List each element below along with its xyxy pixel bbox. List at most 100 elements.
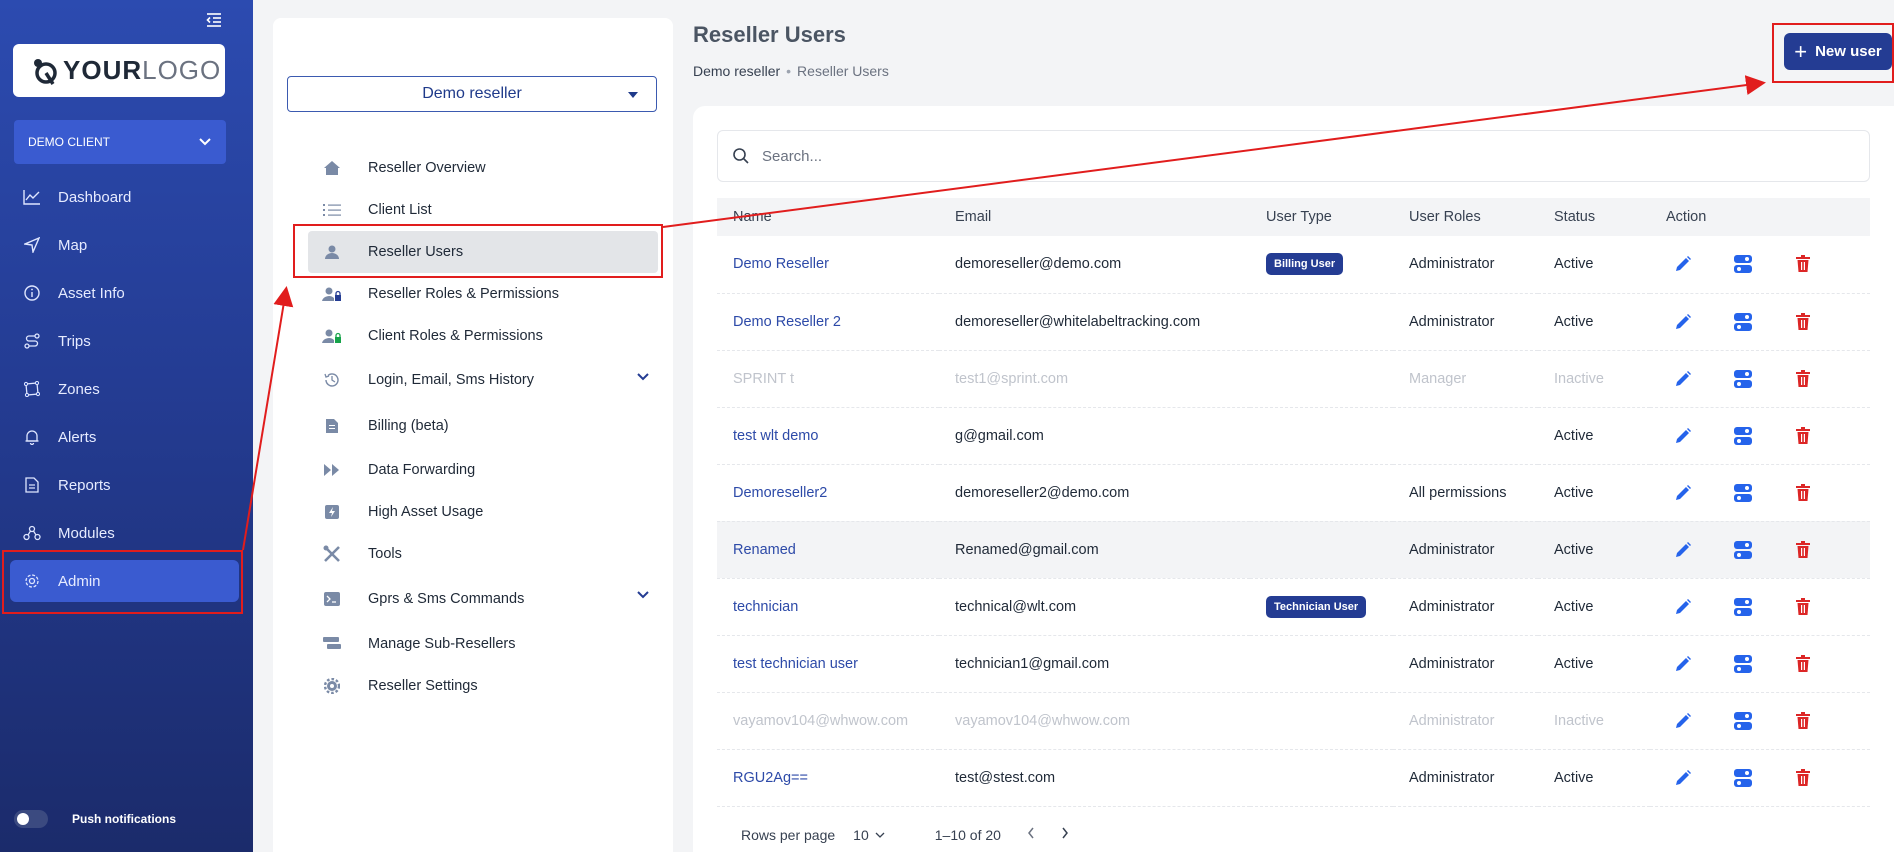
table-row[interactable]: SPRINT t test1@sprint.com Manager Inactive: [717, 350, 1870, 407]
actions-cell: [1650, 635, 1870, 692]
table-row[interactable]: test technician user technician1@gmail.co…: [717, 635, 1870, 692]
submenu-item-data-forwarding[interactable]: Data Forwarding: [308, 449, 658, 491]
user-name-link[interactable]: technician: [717, 578, 939, 635]
user-name-link[interactable]: test technician user: [717, 635, 939, 692]
edit-icon[interactable]: [1672, 767, 1694, 789]
trash-icon[interactable]: [1792, 539, 1814, 561]
table-row[interactable]: Demo Reseller demoreseller@demo.com Billin…: [717, 236, 1870, 293]
toggle-settings-icon[interactable]: [1732, 653, 1754, 675]
toggle-settings-icon[interactable]: [1732, 539, 1754, 561]
plus-icon: +: [1794, 38, 1808, 64]
next-page-icon[interactable]: [1061, 826, 1069, 844]
actions-cell: [1650, 692, 1870, 749]
push-notifications: Push notifications: [14, 810, 176, 828]
sidebar-item-asset-info[interactable]: Asset Info: [0, 269, 253, 317]
user-name-link[interactable]: test wlt demo: [717, 407, 939, 464]
sidebar-item-admin[interactable]: Admin: [10, 560, 239, 602]
table-row[interactable]: Renamed Renamed@gmail.com Administrator Act…: [717, 521, 1870, 578]
column-header-email[interactable]: Email: [939, 198, 1250, 236]
table-row[interactable]: Demoreseller2 demoreseller2@demo.com All p…: [717, 464, 1870, 521]
submenu-item-billing[interactable]: Billing (beta): [308, 403, 658, 449]
actions-cell: [1650, 464, 1870, 521]
submenu-item-client-roles[interactable]: Client Roles & Permissions: [308, 315, 658, 357]
user-name-link[interactable]: Demo Reseller 2: [717, 293, 939, 350]
column-header-name[interactable]: Name: [717, 198, 939, 236]
column-header-status[interactable]: Status: [1538, 198, 1650, 236]
toggle-settings-icon[interactable]: [1732, 482, 1754, 504]
toggle-settings-icon[interactable]: [1732, 596, 1754, 618]
table-row[interactable]: RGU2Ag== test@stest.com Administrator Activ…: [717, 749, 1870, 806]
submenu-item-history[interactable]: Login, Email, Sms History: [308, 357, 658, 403]
submenu-item-reseller-users[interactable]: Reseller Users: [308, 231, 658, 273]
edit-icon[interactable]: [1672, 710, 1694, 732]
edit-icon[interactable]: [1672, 539, 1694, 561]
breadcrumb-item[interactable]: Demo reseller: [693, 63, 780, 79]
toggle-settings-icon[interactable]: [1732, 425, 1754, 447]
logo-mark-icon: [34, 58, 57, 85]
table-row[interactable]: technician technical@wlt.com Technician Us…: [717, 578, 1870, 635]
rows-per-page-select[interactable]: 10: [853, 827, 885, 843]
sidebar-item-zones[interactable]: Zones: [0, 365, 253, 413]
table-row[interactable]: Demo Reseller 2 demoreseller@whitelabeltr…: [717, 293, 1870, 350]
submenu-item-reseller-roles[interactable]: Reseller Roles & Permissions: [308, 273, 658, 315]
sidebar-item-reports[interactable]: Reports: [0, 461, 253, 509]
trash-icon[interactable]: [1792, 653, 1814, 675]
toggle-settings-icon[interactable]: [1732, 253, 1754, 275]
edit-icon[interactable]: [1672, 368, 1694, 390]
submenu-item-label: Client Roles & Permissions: [368, 328, 543, 344]
user-email: vayamov104@whwow.com: [955, 712, 1131, 729]
toggle-settings-icon[interactable]: [1732, 368, 1754, 390]
client-select[interactable]: DEMO CLIENT: [14, 120, 226, 164]
toggle-settings-icon[interactable]: [1732, 311, 1754, 333]
submenu-item-high-asset-usage[interactable]: High Asset Usage: [308, 491, 658, 533]
trash-icon[interactable]: [1792, 253, 1814, 275]
edit-icon[interactable]: [1672, 653, 1694, 675]
table-row[interactable]: test wlt demo g@gmail.com Active: [717, 407, 1870, 464]
trash-icon[interactable]: [1792, 767, 1814, 789]
user-name-link[interactable]: RGU2Ag==: [717, 749, 939, 806]
submenu-item-reseller-settings[interactable]: Reseller Settings: [308, 665, 658, 707]
reseller-select[interactable]: Demo reseller: [287, 76, 657, 112]
toggle-settings-icon[interactable]: [1732, 767, 1754, 789]
edit-icon[interactable]: [1672, 596, 1694, 618]
toggle-settings-icon[interactable]: [1732, 710, 1754, 732]
submenu-item-label: Reseller Users: [368, 244, 464, 260]
submenu-item-gprs-sms[interactable]: Gprs & Sms Commands: [308, 575, 658, 623]
sidebar-item-map[interactable]: Map: [0, 221, 253, 269]
trash-icon[interactable]: [1792, 368, 1814, 390]
user-name-link[interactable]: SPRINT t: [717, 350, 939, 407]
user-name-link[interactable]: Renamed: [717, 521, 939, 578]
trash-icon[interactable]: [1792, 311, 1814, 333]
edit-icon[interactable]: [1672, 425, 1694, 447]
trash-icon[interactable]: [1792, 710, 1814, 732]
logo[interactable]: YOURLOGO: [13, 44, 225, 97]
trash-icon[interactable]: [1792, 482, 1814, 504]
sidebar-item-modules[interactable]: Modules: [0, 509, 253, 557]
submenu-item-client-list[interactable]: Client List: [308, 189, 658, 231]
column-header-user-roles[interactable]: User Roles: [1393, 198, 1538, 236]
column-header-user-type[interactable]: User Type: [1250, 198, 1393, 236]
zones-icon: [22, 379, 42, 399]
edit-icon[interactable]: [1672, 482, 1694, 504]
sidebar-item-alerts[interactable]: Alerts: [0, 413, 253, 461]
trash-icon[interactable]: [1792, 425, 1814, 447]
user-name-link[interactable]: Demo Reseller: [717, 236, 939, 293]
user-name-link[interactable]: vayamov104@whwow.com: [717, 692, 939, 749]
new-user-button[interactable]: + New user: [1784, 33, 1892, 70]
user-name-link[interactable]: Demoreseller2: [717, 464, 939, 521]
collapse-menu-icon[interactable]: [205, 10, 227, 30]
edit-icon[interactable]: [1672, 311, 1694, 333]
submenu-item-reseller-overview[interactable]: Reseller Overview: [308, 147, 658, 189]
sidebar-item-trips[interactable]: Trips: [0, 317, 253, 365]
user-email: test1@sprint.com: [955, 370, 1069, 387]
submenu-item-tools[interactable]: Tools: [308, 533, 658, 575]
submenu-item-sub-resellers[interactable]: Manage Sub-Resellers: [308, 623, 658, 665]
previous-page-icon[interactable]: [1027, 826, 1035, 844]
search-input[interactable]: [762, 147, 1762, 165]
edit-icon[interactable]: [1672, 253, 1694, 275]
push-notifications-toggle[interactable]: [14, 810, 48, 828]
submenu-item-label: Reseller Roles & Permissions: [368, 286, 559, 302]
sidebar-item-dashboard[interactable]: Dashboard: [0, 173, 253, 221]
trash-icon[interactable]: [1792, 596, 1814, 618]
table-row[interactable]: vayamov104@whwow.com vayamov104@whwow.com…: [717, 692, 1870, 749]
